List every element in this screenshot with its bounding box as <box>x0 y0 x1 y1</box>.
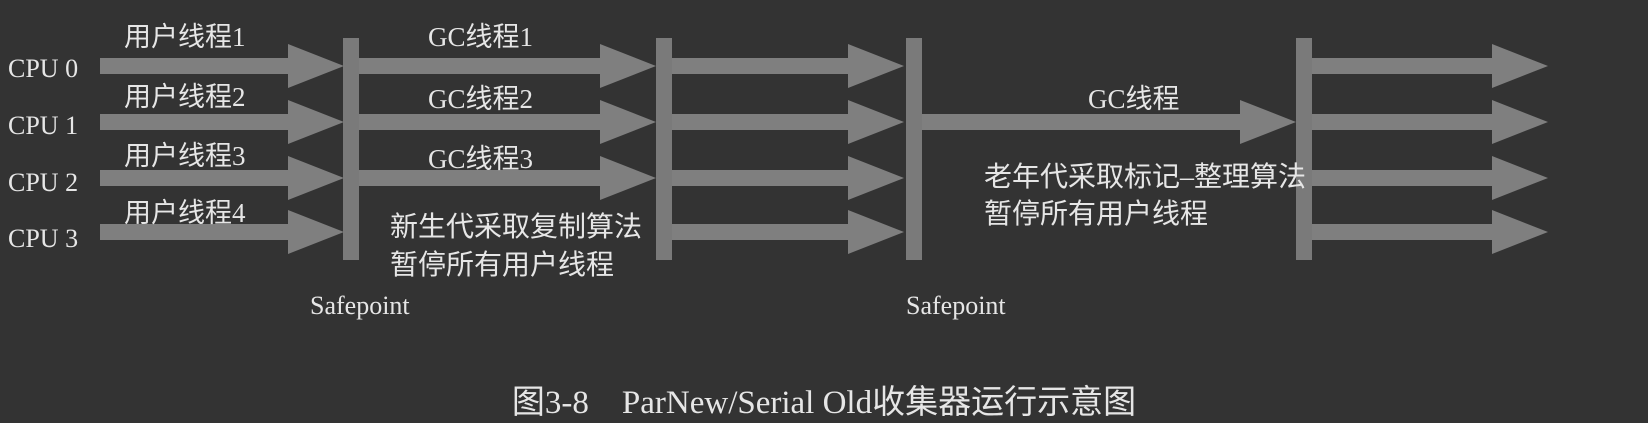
cpu-label-2: CPU 2 <box>8 168 79 197</box>
gc-end-bar-2 <box>1296 38 1312 260</box>
young-gc-note-line-2: 暂停所有用户线程 <box>390 250 615 281</box>
old-gc-thread-label: GC线程 <box>1088 84 1180 114</box>
resumed-thread-arrow-b4 <box>1312 210 1548 254</box>
resumed-thread-arrow-b2 <box>1312 100 1548 144</box>
user-thread-label-3: 用户线程3 <box>124 141 246 171</box>
resumed-thread-arrow-a4 <box>672 210 904 254</box>
resumed-thread-arrow-a2 <box>672 100 904 144</box>
cpu-label-1: CPU 1 <box>8 111 79 140</box>
resumed-thread-arrow-a1 <box>672 44 904 88</box>
resumed-thread-arrow-b3 <box>1312 156 1548 200</box>
resumed-thread-arrow-b1 <box>1312 44 1548 88</box>
young-gc-thread-label-1: GC线程1 <box>428 22 534 52</box>
cpu-label-0: CPU 0 <box>8 54 79 83</box>
old-gc-note-line-1: 老年代采取标记–整理算法 <box>984 162 1307 193</box>
safepoint-bar-2 <box>906 38 922 260</box>
safepoint-label-2: Safepoint <box>906 291 1006 320</box>
young-gc-thread-label-3: GC线程3 <box>428 144 534 174</box>
safepoint-bar-1 <box>343 38 359 260</box>
user-thread-label-4: 用户线程4 <box>124 198 246 228</box>
user-thread-label-2: 用户线程2 <box>124 82 246 112</box>
diagram-canvas <box>100 38 1548 260</box>
gc-diagram: CPU 0 CPU 1 CPU 2 CPU 3 用户线程1 用户线程2 用户线程… <box>0 0 1648 421</box>
resumed-thread-arrow-a3 <box>672 156 904 200</box>
gc-end-bar-1 <box>656 38 672 260</box>
user-thread-label-1: 用户线程1 <box>124 22 246 52</box>
young-gc-thread-label-2: GC线程2 <box>428 84 534 114</box>
figure-caption: 图3-8 ParNew/Serial Old收集器运行示意图 <box>511 385 1137 421</box>
young-gc-note-line-1: 新生代采取复制算法 <box>390 212 643 243</box>
cpu-label-3: CPU 3 <box>8 224 79 253</box>
old-gc-note-line-2: 暂停所有用户线程 <box>984 199 1209 230</box>
safepoint-label-1: Safepoint <box>310 291 410 320</box>
